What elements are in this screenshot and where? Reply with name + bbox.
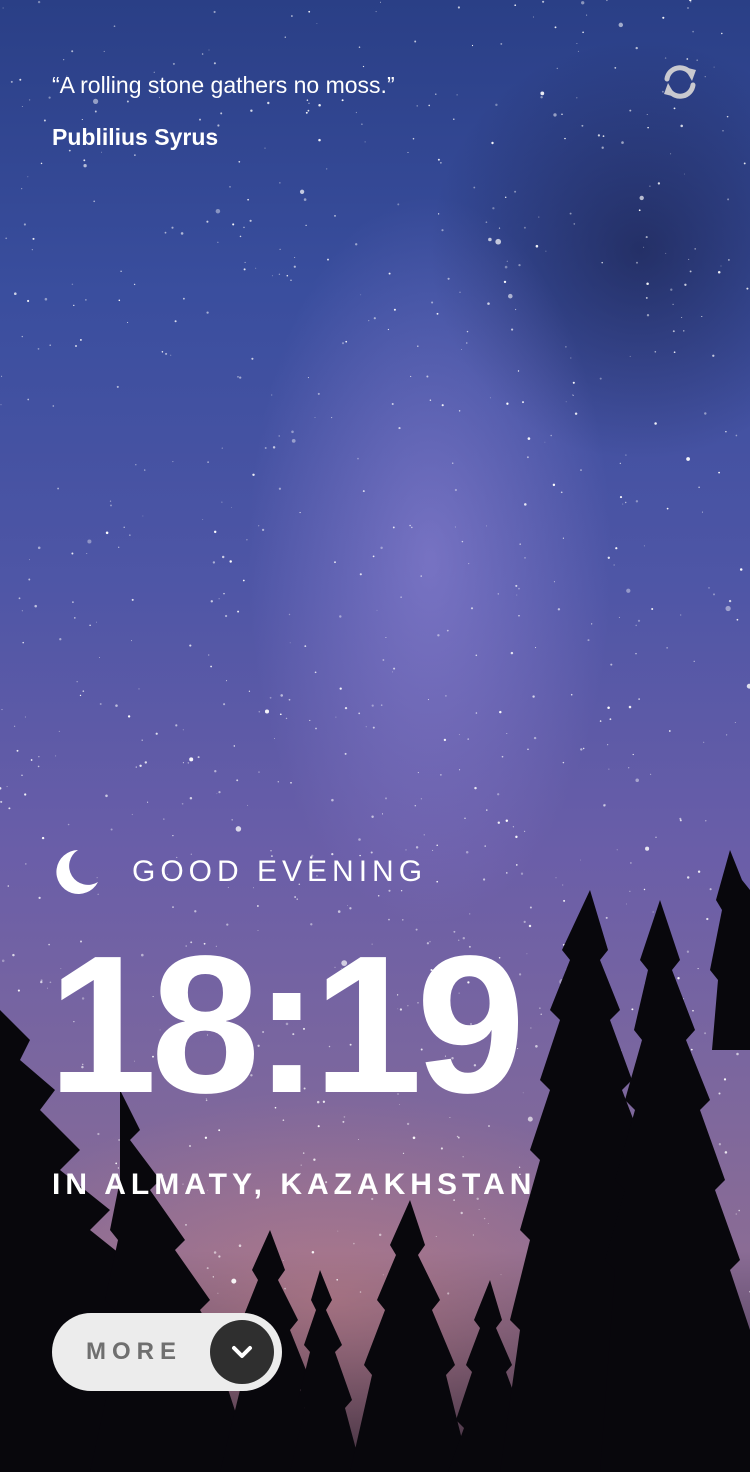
more-button-label: MORE [86, 1338, 182, 1365]
clock-time: 18:19 [48, 915, 525, 1134]
moon-icon [56, 850, 98, 894]
quote-block: “A rolling stone gathers no moss.” Publi… [52, 66, 612, 151]
quote-text: “A rolling stone gathers no moss.” [52, 72, 395, 98]
more-toggle[interactable] [210, 1320, 274, 1384]
refresh-icon [664, 65, 696, 99]
refresh-quote-button[interactable] [660, 62, 700, 102]
greeting-row: GOOD EVENING [52, 846, 427, 898]
chevron-down-icon [232, 1346, 252, 1358]
tree-silhouettes [0, 850, 750, 1472]
location-text: IN ALMATY, KAZAKHSTAN [52, 1168, 537, 1201]
quote-author: Publilius Syrus [52, 124, 219, 150]
greeting-text: GOOD EVENING [132, 855, 428, 888]
more-button[interactable]: MORE [52, 1313, 282, 1391]
